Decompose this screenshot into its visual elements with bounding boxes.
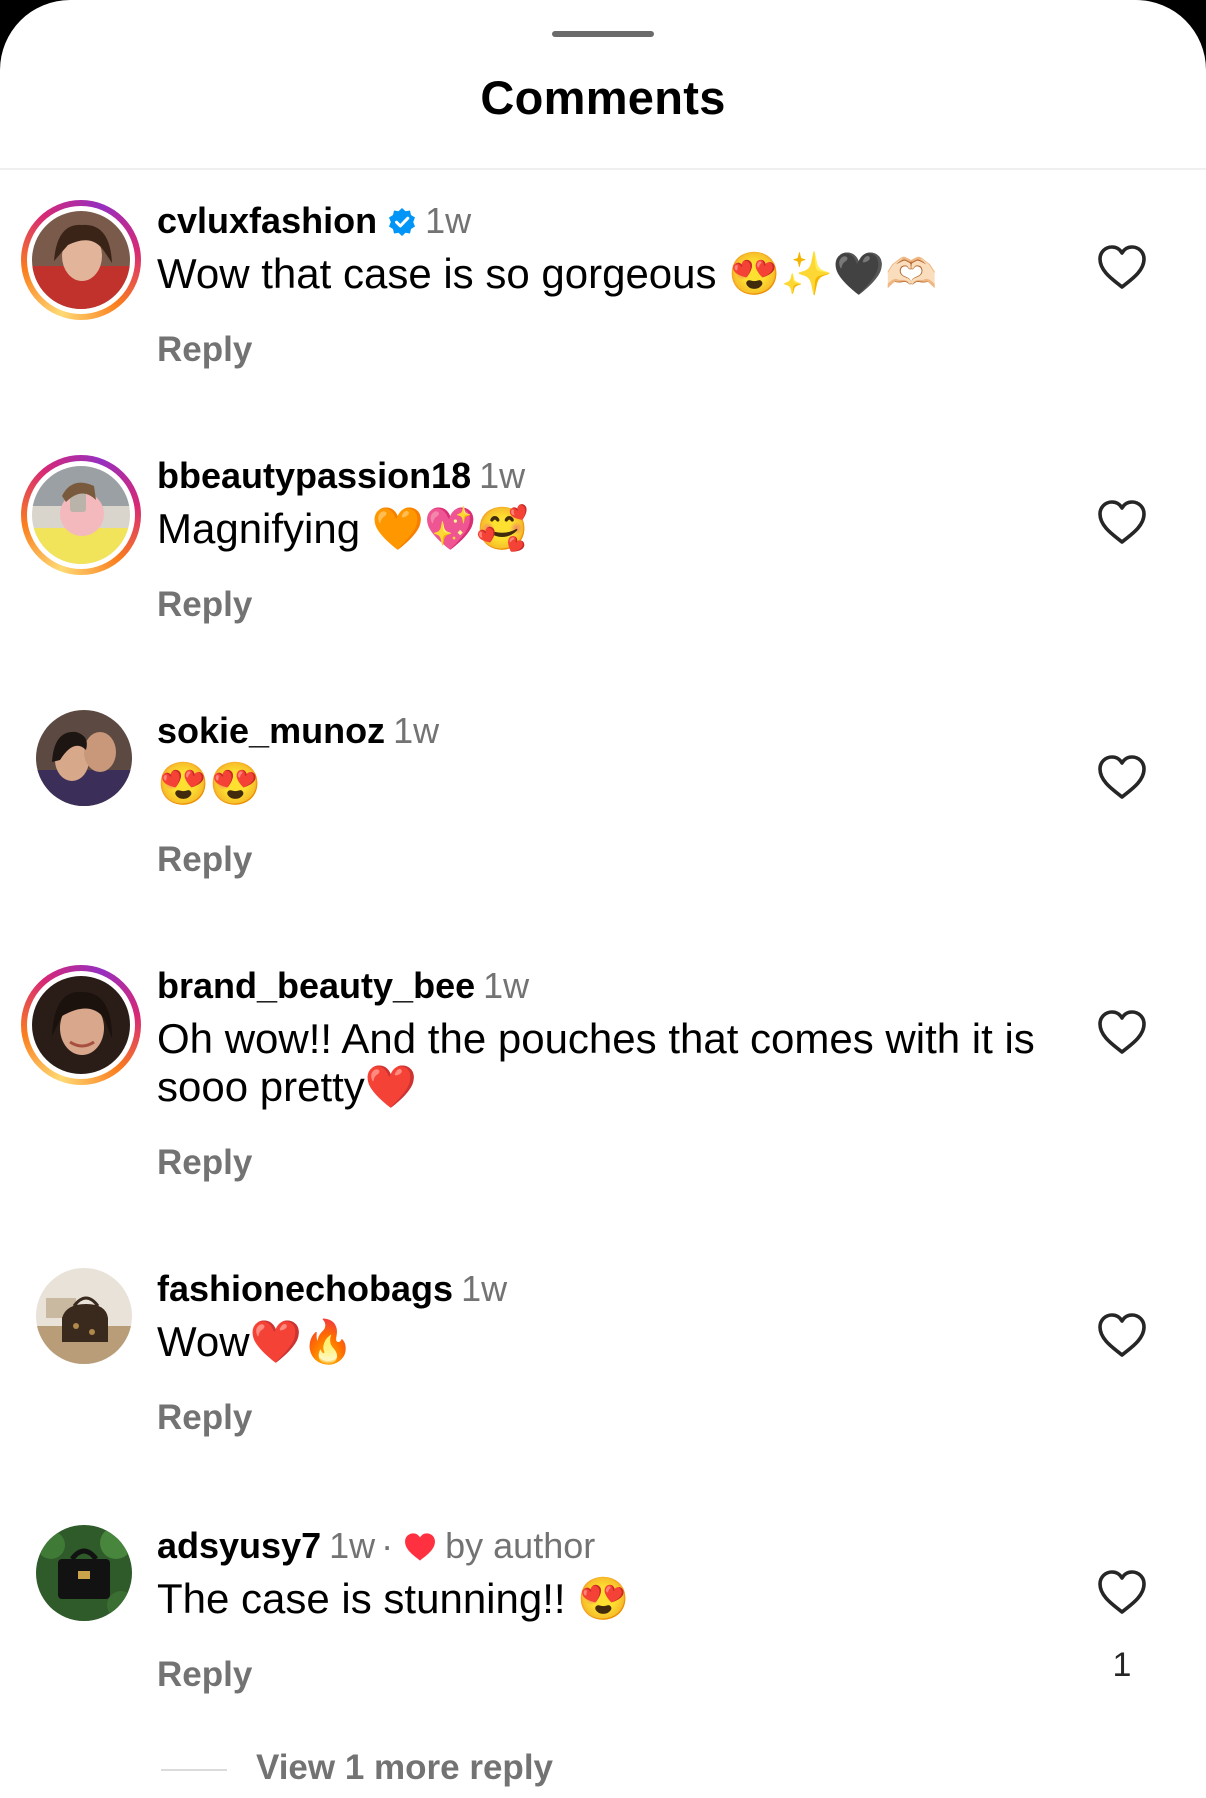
timestamp: 1w <box>393 710 440 751</box>
comment-meta: cvluxfashion 1w <box>157 200 471 246</box>
timestamp: 1w <box>329 1525 376 1566</box>
timestamp: 1w <box>483 965 530 1006</box>
username[interactable]: sokie_munoz <box>157 710 385 751</box>
like-heart-icon[interactable] <box>1097 244 1147 290</box>
timestamp: 1w <box>479 455 526 496</box>
author-liked-heart-icon <box>403 1530 437 1572</box>
sheet-title: Comments <box>480 71 726 124</box>
reply-button[interactable]: Reply <box>157 585 252 625</box>
comment-text: Wow❤️🔥 <box>157 1318 355 1365</box>
avatar[interactable] <box>36 1268 132 1364</box>
comments-sheet: Comments cvluxfashion 1w Wow that case is… <box>0 0 1206 1798</box>
comment-text: The case is stunning!! 😍 <box>157 1575 630 1622</box>
comment-meta: sokie_munoz 1w <box>157 710 439 752</box>
like-heart-icon[interactable] <box>1097 754 1147 800</box>
avatar[interactable] <box>36 710 132 806</box>
comment-text: Wow that case is so gorgeous 😍✨🖤🫶🏻 <box>157 250 938 297</box>
username[interactable]: fashionechobags <box>157 1268 453 1309</box>
comment-meta: fashionechobags 1w <box>157 1268 507 1310</box>
reply-button[interactable]: Reply <box>157 1655 252 1695</box>
avatar[interactable] <box>21 200 141 320</box>
like-count: 1 <box>1112 1646 1132 1684</box>
timestamp: 1w <box>461 1268 508 1309</box>
username[interactable]: bbeautypassion18 <box>157 455 471 496</box>
separator-dot: · <box>381 1525 394 1566</box>
timestamp: 1w <box>425 200 472 241</box>
like-heart-icon[interactable] <box>1097 1009 1147 1055</box>
username[interactable]: brand_beauty_bee <box>157 965 475 1006</box>
like-heart-icon[interactable] <box>1097 499 1147 545</box>
header-divider <box>0 168 1206 170</box>
comment-meta: brand_beauty_bee 1w <box>157 965 529 1007</box>
comment-text: Magnifying 🧡💖🥰 <box>157 505 529 552</box>
verified-badge-icon <box>387 204 417 246</box>
comment-meta: adsyusy7 1w · by author <box>157 1525 595 1572</box>
username[interactable]: adsyusy7 <box>157 1525 321 1566</box>
comment-text: 😍😍 <box>157 760 262 807</box>
comment-text: Oh wow!! And the pouches that comes with… <box>157 1015 1035 1110</box>
view-more-replies-button[interactable]: View 1 more reply <box>256 1748 553 1788</box>
reply-button[interactable]: Reply <box>157 330 252 370</box>
like-heart-icon[interactable] <box>1097 1312 1147 1358</box>
like-heart-icon[interactable] <box>1097 1569 1147 1615</box>
avatar[interactable] <box>21 455 141 575</box>
avatar[interactable] <box>21 965 141 1085</box>
reply-button[interactable]: Reply <box>157 1143 252 1183</box>
drag-handle[interactable] <box>552 31 654 37</box>
comment-meta: bbeautypassion18 1w <box>157 455 525 497</box>
avatar[interactable] <box>36 1525 132 1621</box>
reply-button[interactable]: Reply <box>157 840 252 880</box>
liked-by-author-label: by author <box>445 1525 596 1566</box>
username[interactable]: cvluxfashion <box>157 200 377 241</box>
reply-button[interactable]: Reply <box>157 1398 252 1438</box>
view-more-line <box>161 1769 227 1771</box>
